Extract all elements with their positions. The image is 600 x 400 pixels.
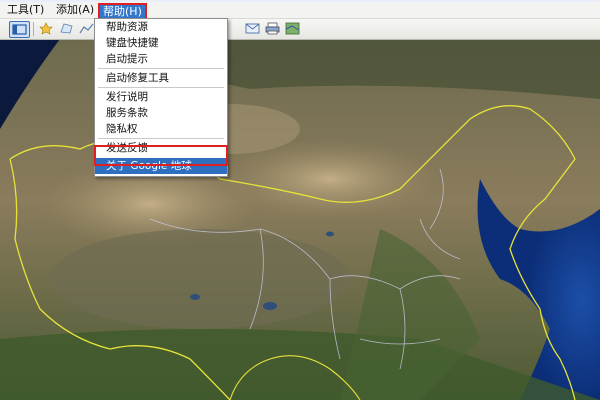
menu-item-repair-tool[interactable]: 启动修复工具 (95, 70, 227, 86)
menu-bar: 工具(T) 添加(A) 帮助(H) (0, 2, 600, 21)
menu-item-send-feedback[interactable]: 发送反馈 (95, 140, 227, 156)
menu-separator (98, 87, 224, 88)
print-icon[interactable] (264, 21, 281, 36)
email-icon[interactable] (244, 21, 261, 36)
help-dropdown-menu: 帮助资源 键盘快捷键 启动提示 启动修复工具 发行说明 服务条款 隐私权 发送反… (94, 18, 228, 177)
menu-separator (98, 138, 224, 139)
toolbar-separator (33, 22, 34, 36)
placemark-icon[interactable] (38, 21, 55, 36)
earth-map-view[interactable] (0, 39, 600, 400)
menu-item-startup-tips[interactable]: 启动提示 (95, 51, 227, 67)
menu-separator (98, 68, 224, 69)
menu-item-terms-of-service[interactable]: 服务条款 (95, 105, 227, 121)
menu-item-keyboard-shortcuts[interactable]: 键盘快捷键 (95, 35, 227, 51)
menu-item-release-notes[interactable]: 发行说明 (95, 89, 227, 105)
menu-item-privacy[interactable]: 隐私权 (95, 121, 227, 137)
sidebar-icon[interactable] (9, 21, 30, 38)
map-view-icon[interactable] (284, 21, 301, 36)
path-icon[interactable] (78, 21, 95, 36)
toolbar (0, 19, 600, 40)
polygon-icon[interactable] (58, 21, 75, 36)
menu-item-help-resources[interactable]: 帮助资源 (95, 19, 227, 35)
menu-add[interactable]: 添加(A) (56, 2, 94, 18)
menu-item-about-google-earth[interactable]: 关于 Google 地球 (95, 158, 227, 174)
menu-tools[interactable]: 工具(T) (7, 2, 44, 18)
